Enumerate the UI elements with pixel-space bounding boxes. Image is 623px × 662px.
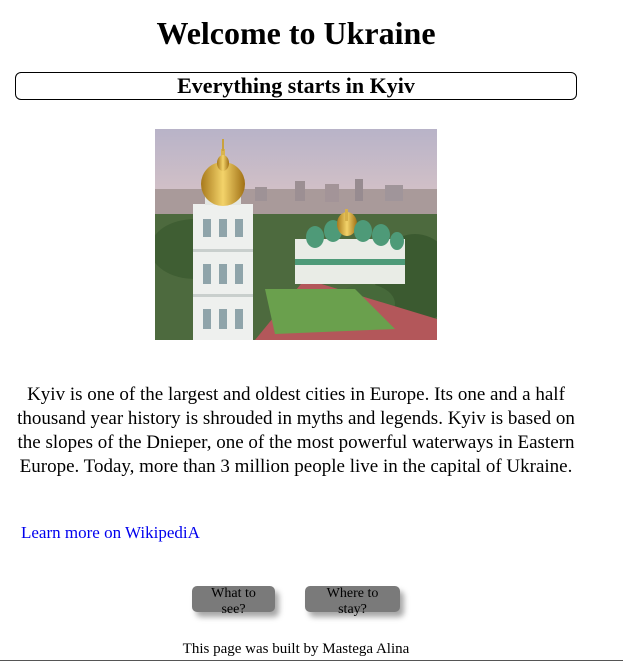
intro-paragraph: Kyiv is one of the largest and oldest ci… (17, 384, 575, 477)
kyiv-cathedral-photo (155, 129, 437, 340)
what-to-see-button[interactable]: What to see? (192, 586, 275, 617)
where-to-stay-button[interactable]: Where to stay? (305, 586, 400, 617)
subtitle-banner: Everything starts in Kyiv (15, 72, 577, 100)
bottom-divider (0, 660, 623, 661)
page-title: Welcome to Ukraine (156, 15, 436, 51)
footer-credit: This page was built by Mastega Alina (182, 641, 410, 657)
wikipedia-link[interactable]: Learn more on WikipediA (21, 523, 200, 543)
